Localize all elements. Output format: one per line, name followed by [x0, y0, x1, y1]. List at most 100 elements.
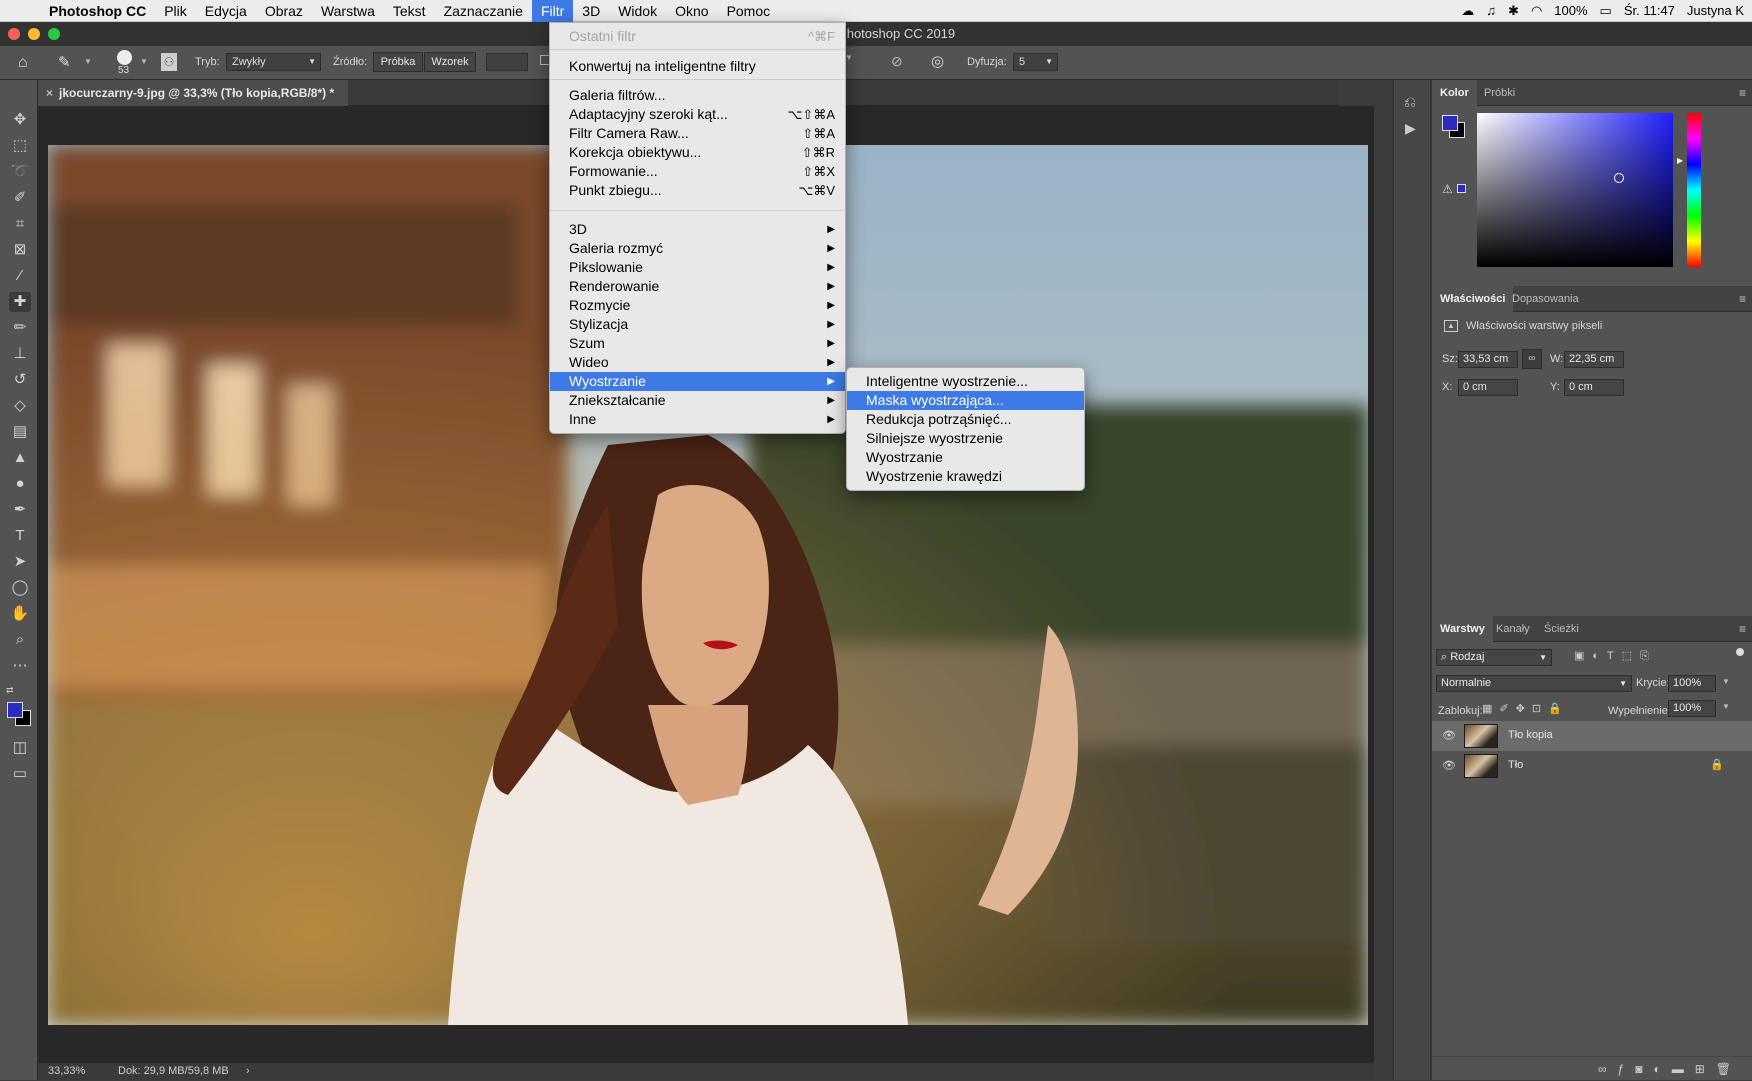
- menu-zaznaczanie[interactable]: Zaznaczanie: [435, 0, 532, 22]
- panel-menu-icon[interactable]: ≡: [1739, 86, 1746, 100]
- tab-kanaly[interactable]: Kanały: [1488, 616, 1538, 642]
- battery-icon[interactable]: ▭: [1600, 3, 1612, 19]
- menu-item-render[interactable]: Renderowanie ▶: [550, 277, 845, 296]
- color-field[interactable]: [1477, 113, 1673, 267]
- clone-source-icon[interactable]: ⚇: [161, 53, 177, 71]
- web-safe-color-swatch[interactable]: [1457, 184, 1466, 193]
- eyedropper-tool-icon[interactable]: ⁄: [9, 266, 31, 286]
- menu-item-video[interactable]: Wideo ▶: [550, 353, 845, 372]
- menu-item-distort[interactable]: Zniekształcanie ▶: [550, 391, 845, 410]
- creative-cloud-icon[interactable]: ☁: [1461, 3, 1474, 19]
- menu-item-camera-raw[interactable]: Filtr Camera Raw... ⇧⌘A: [550, 124, 845, 143]
- layer-filter-icons[interactable]: ▣◐T⬚⎘: [1574, 649, 1657, 663]
- home-icon[interactable]: ⌂: [18, 54, 28, 72]
- brush-tool-icon[interactable]: ✏: [9, 318, 31, 338]
- menu-item-unsharp-mask[interactable]: Maska wyostrzająca...: [847, 391, 1084, 410]
- menu-pomoc[interactable]: Pomoc: [718, 0, 780, 22]
- zoom-window-button[interactable]: [48, 28, 60, 40]
- tab-wlasciwosci[interactable]: Właściwości: [1432, 286, 1514, 312]
- menu-okno[interactable]: Okno: [666, 0, 717, 22]
- chevron-down-icon[interactable]: ▼: [845, 53, 853, 62]
- blur-tool-icon[interactable]: ▲: [9, 448, 31, 468]
- menu-widok[interactable]: Widok: [609, 0, 666, 22]
- move-tool-icon[interactable]: ✥: [9, 110, 31, 130]
- menu-item-sharpen-basic[interactable]: Wyostrzanie: [847, 448, 1084, 467]
- menu-item-stylize[interactable]: Stylizacja ▶: [550, 315, 845, 334]
- marquee-tool-icon[interactable]: ⬚: [9, 136, 31, 156]
- layer-row[interactable]: 👁 Tło kopia: [1432, 721, 1752, 751]
- brush-tip-icon[interactable]: [117, 50, 132, 65]
- menu-item-sharpen[interactable]: Wyostrzanie ▶: [550, 372, 845, 391]
- history-brush-tool-icon[interactable]: ↺: [9, 370, 31, 390]
- hue-slider-handle-icon[interactable]: ▶: [1677, 156, 1683, 165]
- path-selection-tool-icon[interactable]: ➤: [9, 552, 31, 572]
- menu-item-liquify[interactable]: Formowanie... ⇧⌘X: [550, 162, 845, 181]
- eye-icon[interactable]: 👁: [1442, 729, 1456, 742]
- layer-filter-select[interactable]: ⌕ Rodzaj ▼: [1436, 649, 1552, 666]
- tab-warstwy[interactable]: Warstwy: [1432, 616, 1493, 642]
- frame-tool-icon[interactable]: ⊠: [9, 240, 31, 260]
- notification-icon[interactable]: ♫: [1486, 3, 1496, 18]
- wifi-icon[interactable]: ◠: [1531, 3, 1542, 19]
- menu-app[interactable]: Photoshop CC: [40, 0, 155, 22]
- dodge-tool-icon[interactable]: ●: [9, 474, 31, 494]
- minimize-window-button[interactable]: [28, 28, 40, 40]
- crop-tool-icon[interactable]: ⌗: [9, 214, 31, 234]
- menu-item-noise[interactable]: Szum ▶: [550, 334, 845, 353]
- ellipse-tool-icon[interactable]: ◯: [9, 578, 31, 598]
- quick-selection-tool-icon[interactable]: ✐: [9, 188, 31, 208]
- lock-icons[interactable]: ▦✐✥⊡🔒: [1482, 702, 1569, 715]
- menu-item-vanishing-point[interactable]: Punkt zbiegu... ⌥⌘V: [550, 181, 845, 200]
- healing-brush-preset-icon[interactable]: ✎: [58, 53, 71, 71]
- clone-stamp-tool-icon[interactable]: ⊥: [9, 344, 31, 364]
- opacity-field[interactable]: 100%: [1668, 675, 1716, 692]
- bluetooth-icon[interactable]: ✱: [1508, 3, 1519, 19]
- eye-icon[interactable]: 👁: [1442, 759, 1456, 772]
- screen-mode-icon[interactable]: ▭: [9, 764, 31, 784]
- layer-row[interactable]: 👁 Tło 🔒: [1432, 751, 1752, 781]
- pressure-size-icon[interactable]: ◎: [931, 52, 944, 70]
- menu-tekst[interactable]: Tekst: [384, 0, 435, 22]
- diffusion-select[interactable]: 5 ▼: [1013, 53, 1058, 71]
- width-field[interactable]: 33,53 cm: [1458, 351, 1518, 368]
- menu-item-lens-correction[interactable]: Korekcja obiektywu... ⇧⌘R: [550, 143, 845, 162]
- layers-footer-icons[interactable]: ∞ƒ◙◐▬⊞🗑: [1432, 1056, 1752, 1080]
- menu-item-3d[interactable]: 3D ▶: [550, 220, 845, 239]
- height-field[interactable]: 22,35 cm: [1564, 351, 1624, 368]
- pen-tool-icon[interactable]: ✒: [9, 500, 31, 520]
- source-sample-button[interactable]: Próbka: [373, 52, 423, 72]
- panel-menu-icon[interactable]: ≡: [1739, 292, 1746, 306]
- chevron-down-icon[interactable]: ▼: [84, 57, 92, 66]
- fill-field[interactable]: 100%: [1668, 700, 1716, 717]
- pattern-picker[interactable]: [486, 53, 528, 71]
- link-icon[interactable]: ∞: [1522, 349, 1542, 369]
- menu-item-other[interactable]: Inne ▶: [550, 410, 845, 429]
- tab-probki[interactable]: Próbki: [1476, 80, 1523, 106]
- tab-sciezki[interactable]: Ścieżki: [1536, 616, 1587, 642]
- menu-obraz[interactable]: Obraz: [256, 0, 312, 22]
- menu-item-blur[interactable]: Rozmycie ▶: [550, 296, 845, 315]
- panel-menu-icon[interactable]: ≡: [1739, 622, 1746, 636]
- menu-item-sharpen-edges[interactable]: Wyostrzenie krawędzi: [847, 467, 1084, 486]
- filter-toggle[interactable]: [1736, 648, 1744, 656]
- zoom-tool-icon[interactable]: ⌕: [9, 630, 31, 650]
- menu-3d[interactable]: 3D: [573, 0, 609, 22]
- chevron-down-icon[interactable]: ▼: [1722, 677, 1730, 686]
- history-panel-icon[interactable]: ⎌: [1404, 94, 1416, 111]
- close-tab-icon[interactable]: ×: [46, 86, 53, 100]
- chevron-down-icon[interactable]: ▼: [140, 57, 148, 66]
- close-window-button[interactable]: [8, 28, 20, 40]
- foreground-color-swatch[interactable]: [7, 702, 23, 718]
- hand-tool-icon[interactable]: ✋: [9, 604, 31, 624]
- zoom-level[interactable]: 33,33%: [48, 1063, 85, 1080]
- source-pattern-button[interactable]: Wzorek: [424, 52, 476, 72]
- menu-edycja[interactable]: Edycja: [196, 0, 256, 22]
- menu-item-pixelate[interactable]: Pikslowanie ▶: [550, 258, 845, 277]
- menu-item-blur-gallery[interactable]: Galeria rozmyć ▶: [550, 239, 845, 258]
- eraser-tool-icon[interactable]: ◇: [9, 396, 31, 416]
- tab-kolor[interactable]: Kolor: [1432, 80, 1477, 106]
- actions-panel-icon[interactable]: ▶: [1405, 120, 1416, 137]
- menu-warstwa[interactable]: Warstwa: [312, 0, 384, 22]
- menu-item-smart-sharpen[interactable]: Inteligentne wyostrzenie...: [847, 372, 1084, 391]
- menu-item-sharpen-more[interactable]: Silniejsze wyostrzenie: [847, 429, 1084, 448]
